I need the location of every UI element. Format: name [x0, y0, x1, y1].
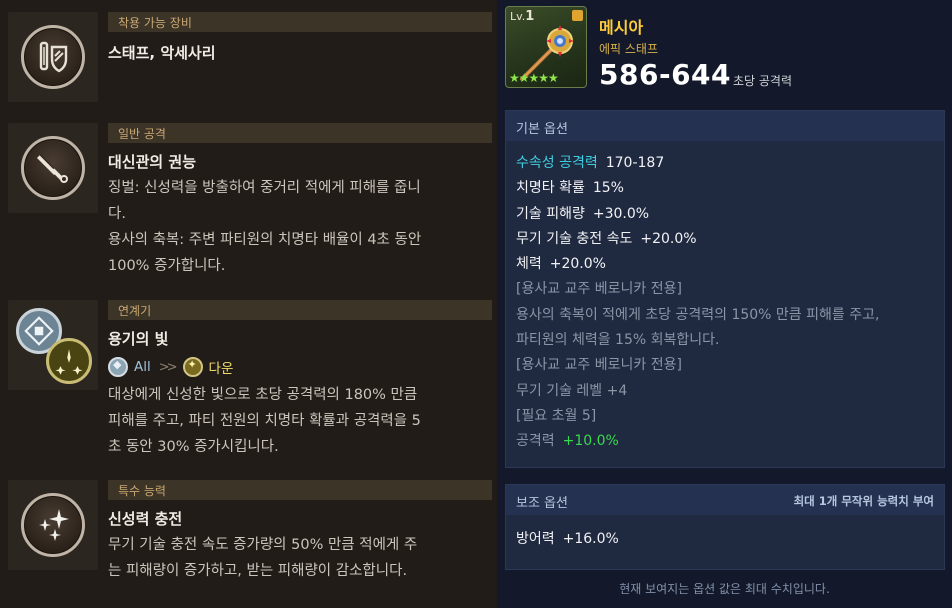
sub-options-list: 방어력 +16.0%	[516, 527, 941, 552]
option-key: 무기 기술 레벨 +4	[516, 382, 628, 399]
chain-arrow-icon: >>	[158, 359, 178, 375]
section-title: 신성력 충전	[108, 510, 183, 528]
section-special: 특수 능력 신성력 충전 무기 기술 충전 속도 증가량의 50% 만큼 적에게…	[8, 480, 492, 600]
section-basic-attack: 일반 공격 대신관의 권능 징벌: 신성력을 방출하여 중거리 적에게 피해를 …	[8, 123, 492, 288]
chain-from-label: All	[134, 359, 151, 375]
option-value: 170-187	[605, 155, 665, 171]
base-options-header: 기본 옵션	[506, 111, 944, 141]
lock-icon	[572, 10, 583, 21]
option-key: [필요 초월 5]	[516, 407, 597, 424]
equipment-icon-box	[8, 12, 98, 102]
sub-options-title: 보조 옵션	[516, 496, 568, 511]
sub-options-box: 보조 옵션 최대 1개 무작위 능력치 부여 방어력 +16.0%	[505, 484, 945, 570]
item-attack: 586-644	[599, 58, 732, 91]
option-row: [용사교 교주 베로니카 전용]	[516, 353, 941, 378]
option-key: 기술 피해량	[516, 205, 585, 222]
description-line: 용사의 축복: 주변 파티원의 치명타 배율이 4초 동안	[108, 232, 422, 248]
description-line: 징벌: 신성력을 방출하여 중거리 적에게 피해를 줍니	[108, 180, 421, 196]
option-key: 방어력	[516, 531, 555, 547]
sparkle-icon	[46, 338, 92, 384]
option-value: +10.0%	[562, 433, 619, 450]
tooltip-footer: 현재 보여지는 옵션 값은 최대 수치입니다.	[619, 582, 830, 596]
description-line: 무기 기술 충전 속도 증가량의 50% 만큼 적에게 주	[108, 537, 418, 553]
skill-panel: 착용 가능 장비 스태프, 악세사리 일반 공격 대신관의 권능 징벌: 신성력…	[0, 0, 497, 608]
star-rating: ★★★★★	[509, 71, 559, 85]
option-key: [용사교 교주 베로니카 전용]	[516, 357, 682, 374]
option-key: 수속성 공격력	[516, 155, 598, 171]
item-attack-label: 초당 공격력	[733, 74, 793, 88]
base-options-list: 수속성 공격력 170-187 치명타 확률 15% 기술 피해량 +30.0% 무기 기술…	[516, 151, 941, 455]
option-row: 치명타 확률 15%	[516, 176, 941, 201]
item-thumbnail[interactable]: Lv.1 ★★★★★	[505, 6, 587, 88]
sword-icon	[37, 154, 68, 183]
chain-to-label: 다운	[208, 361, 234, 377]
section-description: 대상에게 신성한 빛으로 초당 공격력의 180% 만큼 피해를 주고, 파티 …	[108, 382, 480, 460]
section-header: 일반 공격	[108, 123, 492, 143]
section-header: 연계기	[108, 300, 492, 320]
option-row: 체력 +20.0%	[516, 252, 941, 277]
rune-chip-icon	[108, 357, 128, 377]
staff-shield-icon	[39, 41, 68, 73]
description-line: 다.	[108, 206, 126, 222]
combo-icon-box	[8, 300, 98, 390]
special-icon-box	[8, 480, 98, 570]
sparkle-chip-icon	[182, 357, 203, 377]
holy-sparkle-icon	[39, 509, 69, 541]
sub-options-note: 최대 1개 무작위 능력치 부여	[793, 494, 934, 508]
option-row: 무기 기술 레벨 +4	[516, 379, 941, 404]
option-key: 공격력	[516, 433, 555, 450]
sub-options-header: 보조 옵션 최대 1개 무작위 능력치 부여	[506, 485, 944, 515]
section-header: 특수 능력	[108, 480, 492, 500]
description-line: 초 동안 30% 증가시킵니다.	[108, 439, 279, 455]
option-row: 기술 피해량 +30.0%	[516, 202, 941, 227]
option-key: 무기 기술 충전 속도	[516, 230, 633, 247]
option-row: 수속성 공격력 170-187	[516, 151, 941, 176]
option-value: +30.0%	[592, 205, 650, 222]
option-row: 용사의 축복이 적에게 초당 공격력의 150% 만큼 피해를 주고,	[516, 303, 941, 328]
basic-attack-icon-box	[8, 123, 98, 213]
description-line: 대상에게 신성한 빛으로 초당 공격력의 180% 만큼	[108, 387, 418, 403]
item-grade: 에픽 스태프	[599, 42, 659, 56]
description-line: 피해를 주고, 파티 전원의 치명타 확률과 공격력을 5	[108, 413, 421, 429]
combo-chain: All >> 다운	[108, 357, 233, 377]
base-options-box: 기본 옵션 수속성 공격력 170-187 치명타 확률 15% 기술 피해량 +30.0…	[505, 110, 945, 468]
item-tooltip: Lv.1 ★★★★★ 메시아 에픽 스태프 586-644 초당 공격력 기본 …	[497, 0, 952, 608]
option-key: 체력	[516, 256, 542, 273]
section-title: 스태프, 악세사리	[108, 44, 216, 62]
description-line: 는 피해량이 증가하고, 받는 피해량이 감소합니다.	[108, 563, 408, 579]
option-key: 치명타 확률	[516, 180, 585, 197]
option-row: 무기 기술 충전 속도 +20.0%	[516, 227, 941, 252]
option-row: 방어력 +16.0%	[516, 527, 941, 552]
option-row: 공격력 +10.0%	[516, 429, 941, 454]
option-row: [필요 초월 5]	[516, 404, 941, 429]
option-key: 용사의 축복이 적에게 초당 공격력의 150% 만큼 피해를 주고,	[516, 306, 880, 323]
description-line: 100% 증가합니다.	[108, 258, 226, 274]
section-description: 징벌: 신성력을 방출하여 중거리 적에게 피해를 줍니 다. 용사의 축복: …	[108, 175, 480, 279]
item-name: 메시아	[599, 18, 644, 37]
section-combo: 연계기 용기의 빛 All >> 다운 대상에게 신성한 빛으로 초당 공격력의…	[8, 300, 492, 470]
option-value: +20.0%	[549, 256, 606, 273]
base-options-title: 기본 옵션	[516, 122, 568, 137]
section-equipment: 착용 가능 장비 스태프, 악세사리	[8, 12, 492, 102]
option-key: [용사교 교주 베로니카 전용]	[516, 281, 682, 298]
option-value: +16.0%	[562, 531, 619, 547]
section-description: 무기 기술 충전 속도 증가량의 50% 만큼 적에게 주 는 피해량이 증가하…	[108, 532, 480, 584]
option-key: 파티원의 체력을 15% 회복합니다.	[516, 332, 720, 349]
option-value: 15%	[592, 180, 624, 197]
section-header: 착용 가능 장비	[108, 12, 492, 32]
section-title: 대신관의 권능	[108, 153, 197, 171]
option-row: 파티원의 체력을 15% 회복합니다.	[516, 328, 941, 353]
section-title: 용기의 빛	[108, 330, 169, 348]
option-value: +20.0%	[640, 230, 697, 247]
option-row: [용사교 교주 베로니카 전용]	[516, 277, 941, 302]
